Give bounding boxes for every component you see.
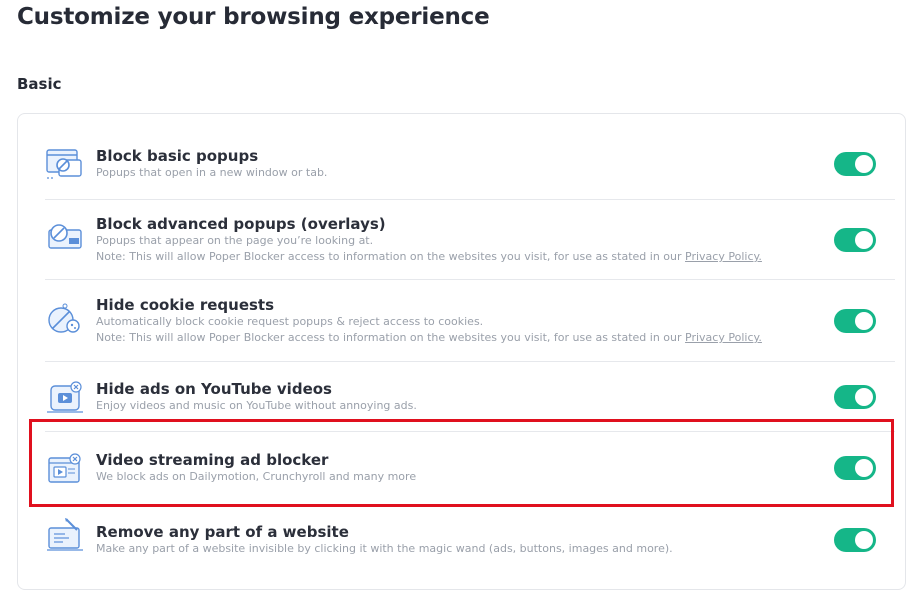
popup-window-block-icon [45,147,85,181]
setting-title: Block basic popups [96,147,259,165]
setting-title: Remove any part of a website [96,523,349,541]
setting-description: Enjoy videos and music on YouTube withou… [96,399,417,412]
setting-title: Block advanced popups (overlays) [96,215,386,233]
setting-description: Make any part of a website invisible by … [96,542,673,555]
setting-title: Hide ads on YouTube videos [96,380,332,398]
setting-row-hide-cookie-requests: Hide cookie requests Automatically block… [45,280,895,362]
setting-title: Hide cookie requests [96,296,275,314]
toggle-knob [855,231,873,249]
toggle-knob [855,312,873,330]
youtube-ad-block-icon [45,380,85,414]
toggle-knob [855,155,873,173]
block-basic-popups-toggle[interactable] [834,152,876,176]
setting-description: Automatically block cookie request popup… [96,315,484,328]
setting-description: Popups that appear on the page you’re lo… [96,234,374,247]
section-title-basic: Basic [17,75,62,93]
hide-cookie-requests-toggle[interactable] [834,309,876,333]
setting-note: Note: This will allow Poper Blocker acce… [96,250,762,263]
page-title: Customize your browsing experience [17,4,490,30]
hide-youtube-ads-toggle[interactable] [834,385,876,409]
setting-row-remove-website-part: Remove any part of a website Make any pa… [45,506,895,576]
setting-row-block-advanced-popups: Block advanced popups (overlays) Popups … [45,200,895,280]
highlight-box [29,419,894,507]
toggle-knob [855,388,873,406]
magic-wand-icon [45,518,85,552]
overlay-block-icon [45,220,85,254]
block-advanced-popups-toggle[interactable] [834,228,876,252]
setting-row-block-basic-popups: Block basic popups Popups that open in a… [45,140,895,200]
toggle-knob [855,531,873,549]
setting-note: Note: This will allow Poper Blocker acce… [96,331,762,344]
remove-website-part-toggle[interactable] [834,528,876,552]
privacy-policy-link[interactable]: Privacy Policy. [685,250,762,263]
cookie-block-icon [45,302,85,336]
privacy-policy-link[interactable]: Privacy Policy. [685,331,762,344]
setting-description: Popups that open in a new window or tab. [96,166,328,179]
